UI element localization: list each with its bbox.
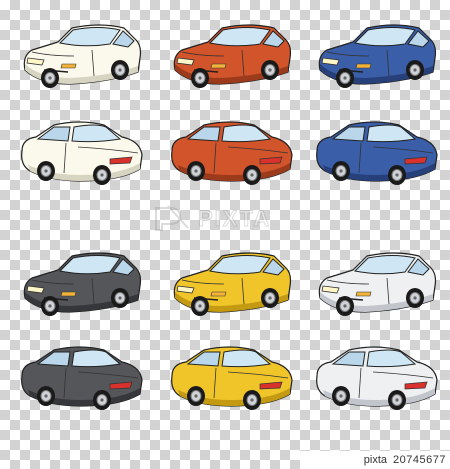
image-id: 20745677 [393,454,446,466]
car-rear-4 [21,121,143,185]
car-illustration-canvas [21,24,438,410]
car-rear-11 [171,346,293,410]
car-front-1 [23,24,142,88]
car-front-8 [173,252,292,316]
footer-bar: pixta 20745677 [300,451,450,469]
car-front-9 [318,252,437,316]
car-rear-12 [316,346,438,410]
footer-brand: pixta [363,454,388,466]
car-rear-6 [316,121,438,185]
car-front-2 [173,24,292,88]
car-front-7 [23,252,142,316]
car-rear-10 [21,346,143,410]
car-front-3 [318,24,437,88]
car-rear-5 [171,121,293,185]
